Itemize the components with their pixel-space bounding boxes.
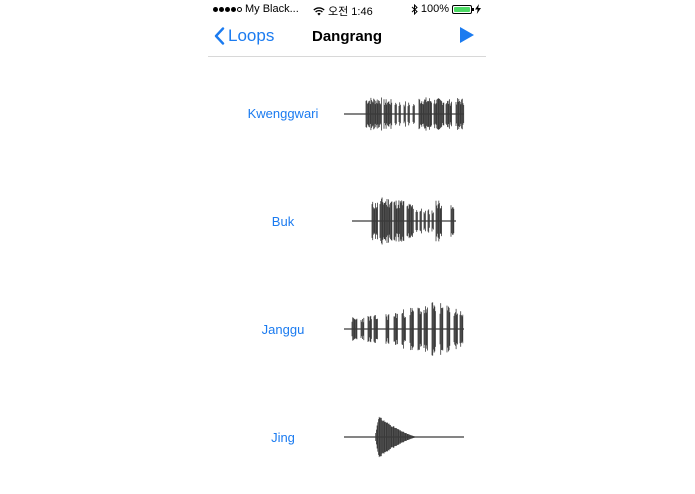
battery-fill [454,6,470,12]
track-label-jing[interactable]: Jing [208,430,358,445]
play-icon[interactable] [460,27,474,43]
waveform-kwenggwari [344,97,465,131]
carrier-name: My Black... [245,3,299,15]
waveform-jing [344,416,464,458]
status-bar: My Black... 오전 1:46 100% [208,0,486,18]
track-row-kwenggwari: Kwenggwari [208,84,486,144]
signal-strength-icon [213,6,242,12]
waveform-janggu [344,302,464,356]
track-row-jing: Jing [208,408,486,468]
track-label-kwenggwari[interactable]: Kwenggwari [208,106,358,121]
page-title: Dangrang [311,28,382,45]
status-right: 100% [411,3,481,15]
track-label-buk[interactable]: Buk [208,214,358,229]
status-center: 오전 1:46 [313,3,373,19]
app-screen: My Black... 오전 1:46 100% Loops Dangrang … [208,0,486,494]
status-time: 오전 1:46 [328,6,373,18]
battery-percent: 100% [420,3,449,15]
bluetooth-icon [411,3,418,15]
wifi-icon [313,6,325,15]
status-left: My Black... [213,3,299,15]
track-row-janggu: Janggu [208,292,486,356]
charging-icon [475,4,481,14]
navigation-bar: Loops Dangrang [208,18,486,57]
battery-icon [452,4,474,14]
waveform-buk [352,197,456,245]
track-label-janggu[interactable]: Janggu [208,322,358,337]
track-row-buk: Buk [208,191,486,251]
